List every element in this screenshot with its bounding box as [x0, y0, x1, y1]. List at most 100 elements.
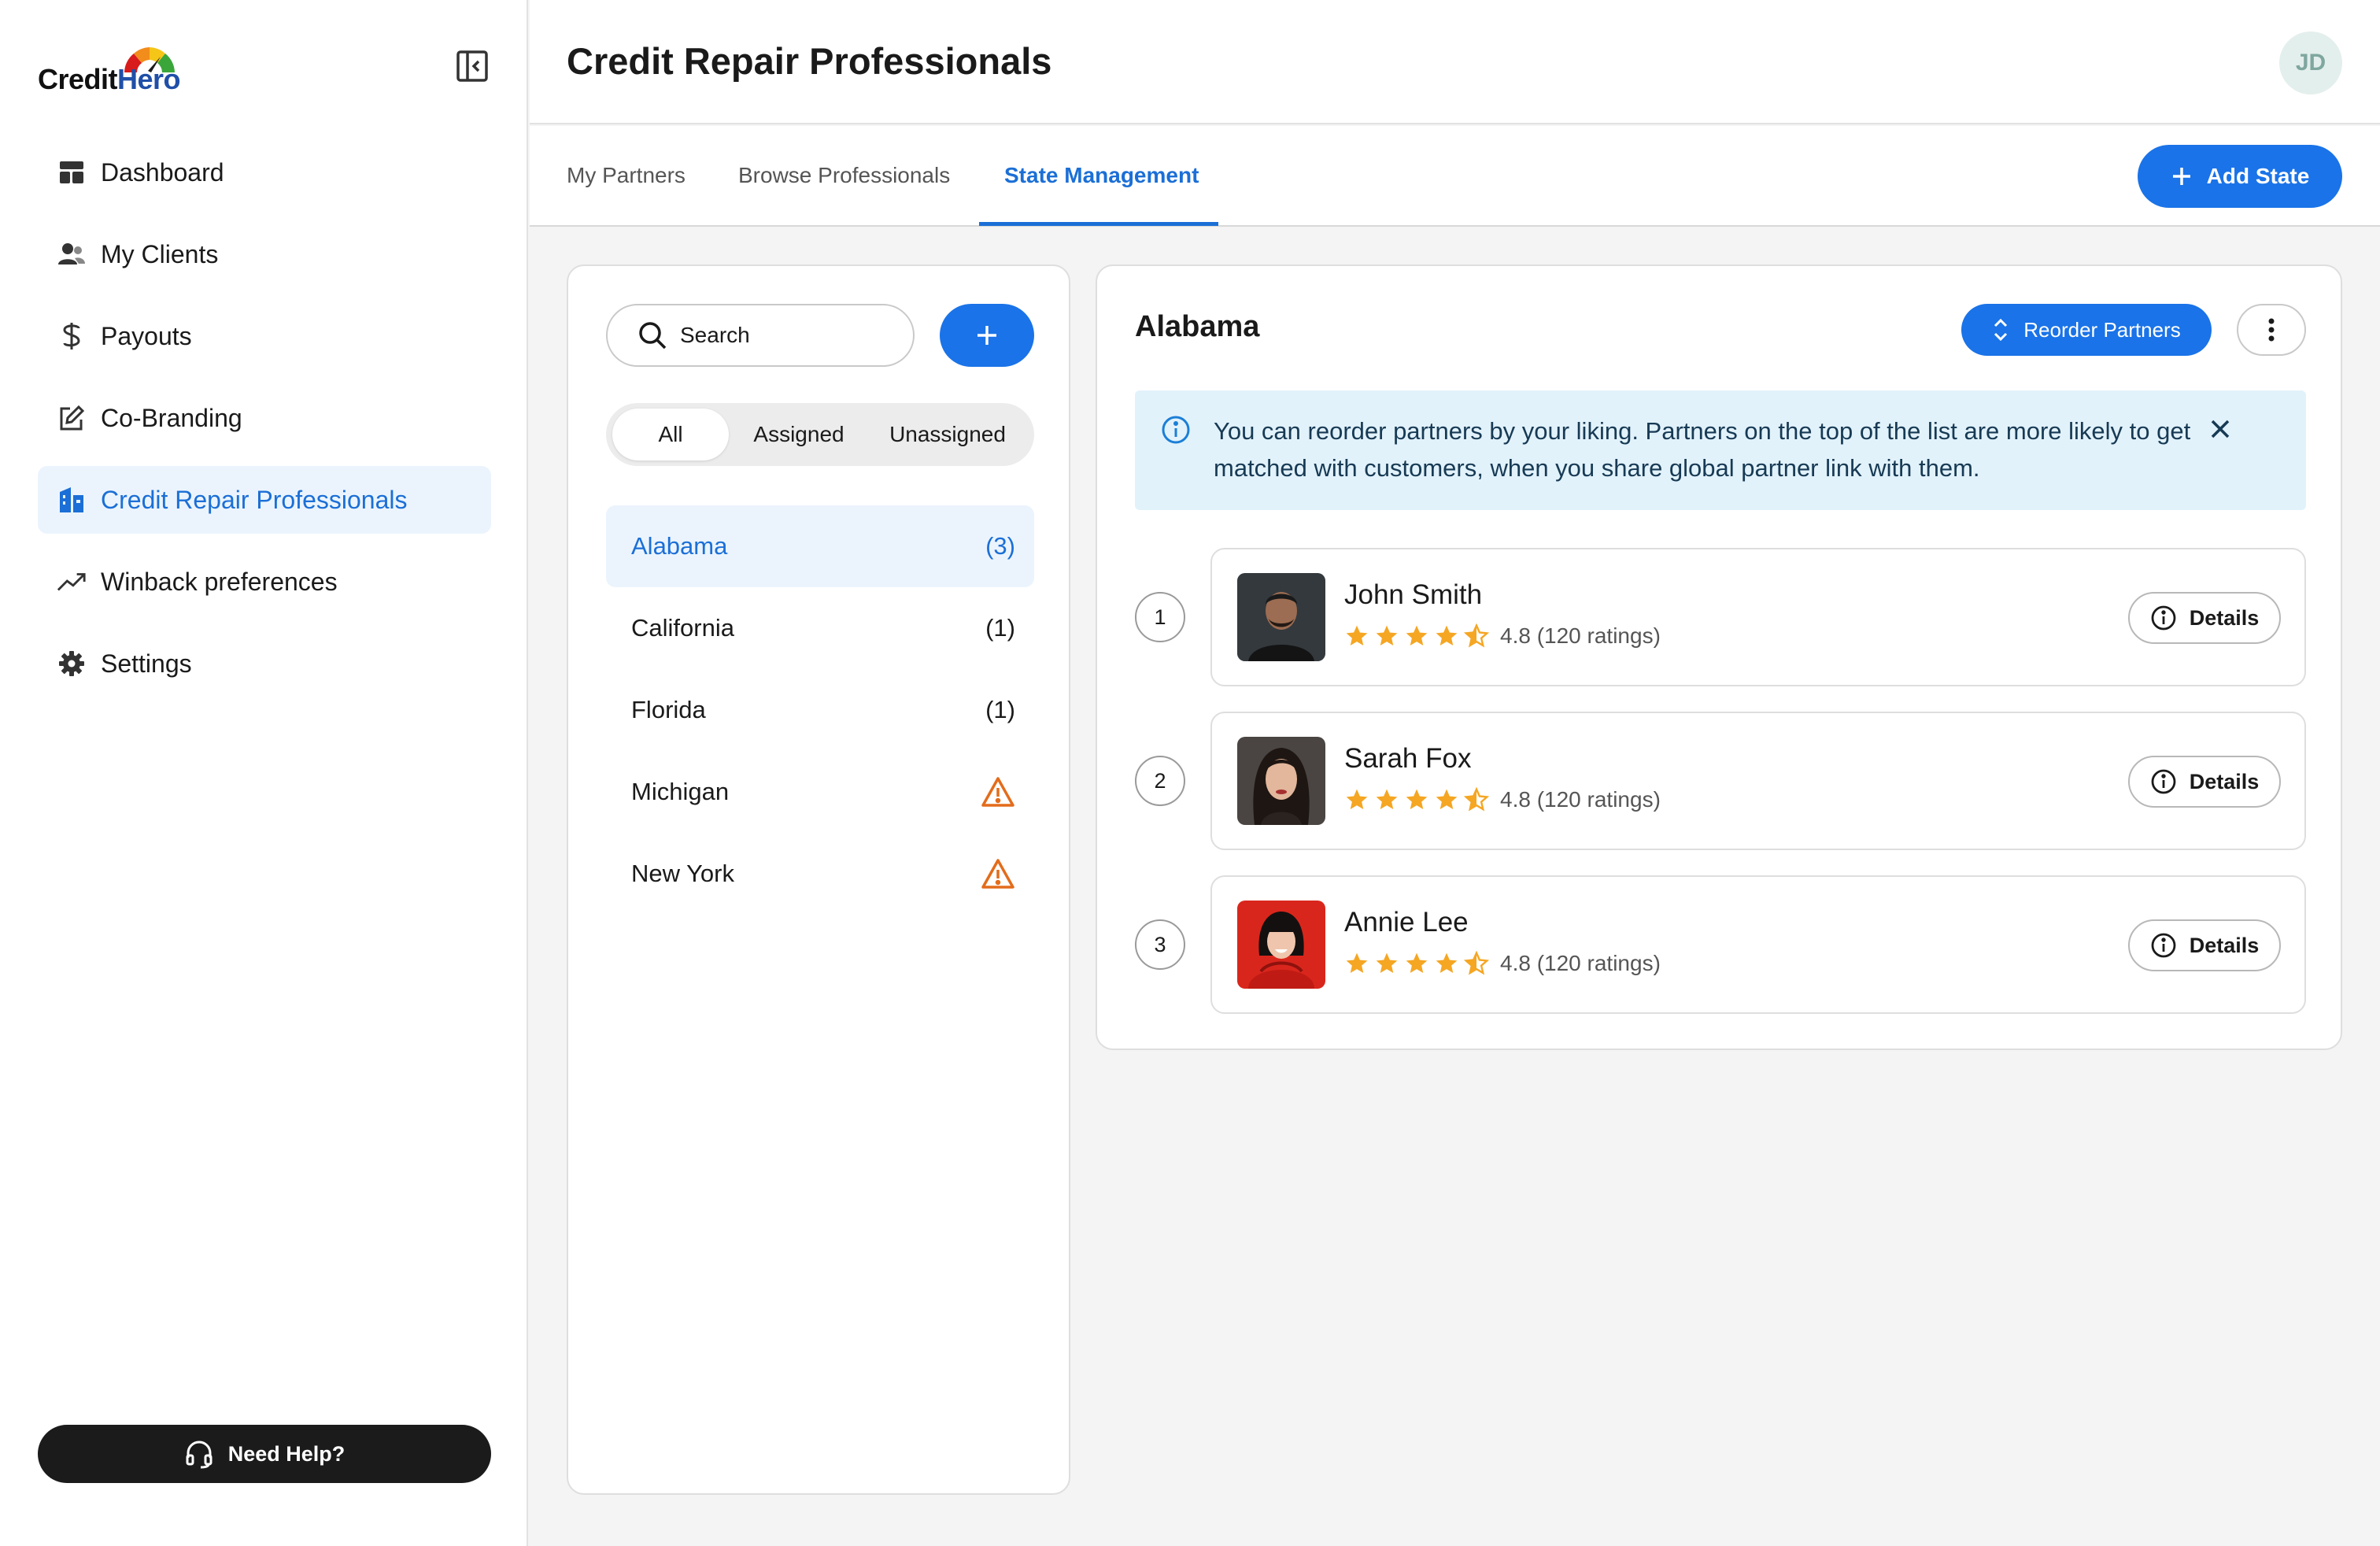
close-icon[interactable]: [2205, 414, 2235, 444]
star-icon: [1346, 952, 1368, 973]
credithero-logo[interactable]: CreditHero: [38, 43, 195, 98]
tab-my-partners[interactable]: My Partners: [567, 126, 686, 225]
sidebar-item-payouts[interactable]: Payouts: [38, 302, 491, 370]
star-half-icon: [1464, 787, 1489, 812]
sidebar-item-my-clients[interactable]: My Clients: [38, 220, 491, 288]
add-state-button[interactable]: Add State: [2138, 145, 2342, 208]
sidebar-item-dashboard[interactable]: Dashboard: [38, 139, 491, 206]
info-banner-text: You can reorder partners by your liking.…: [1214, 417, 2191, 482]
page-header: Credit Repair Professionals JD: [530, 0, 2380, 124]
dashboard-icon: [57, 157, 87, 187]
sort-arrows-icon: [1994, 318, 2008, 342]
partner-card[interactable]: John Smith 4.8 (120 ratings) Details: [1210, 548, 2306, 686]
state-name: Alabama: [631, 532, 728, 560]
sidebar-item-co-branding[interactable]: Co-Branding: [38, 384, 491, 452]
headset-icon: [186, 1441, 213, 1469]
star-icon: [1346, 625, 1368, 645]
rating-text: 4.8 (120 ratings): [1500, 951, 1661, 975]
plus-icon: [978, 326, 996, 345]
details-label: Details: [2189, 933, 2260, 957]
state-filter-segmented-control: All Assigned Unassigned: [606, 403, 1034, 466]
more-options-button[interactable]: [2237, 304, 2306, 356]
tab-browse-professionals[interactable]: Browse Professionals: [738, 126, 950, 225]
star-icon: [1376, 789, 1398, 809]
partner-rank: 3: [1135, 919, 1185, 970]
sidebar-item-label: Credit Repair Professionals: [101, 485, 408, 514]
edit-icon: [57, 403, 87, 433]
star-icon: [1346, 789, 1368, 809]
partner-rating: 4.8 (120 ratings): [1344, 787, 1661, 812]
partner-rank: 1: [1135, 592, 1185, 642]
rating-text: 4.8 (120 ratings): [1500, 787, 1661, 812]
star-half-icon: [1464, 623, 1489, 648]
partner-avatar: [1237, 737, 1325, 825]
search-field[interactable]: [606, 304, 915, 367]
state-item-florida[interactable]: Florida (1): [606, 669, 1034, 751]
sidebar-item-label: Dashboard: [101, 157, 224, 187]
partner-rating: 4.8 (120 ratings): [1344, 623, 1661, 649]
need-help-label: Need Help?: [227, 1441, 346, 1466]
reorder-info-banner: You can reorder partners by your liking.…: [1135, 390, 2306, 510]
partner-card[interactable]: Sarah Fox 4.8 (120 ratings) Details: [1210, 712, 2306, 850]
dollar-icon: [57, 321, 87, 351]
main-nav: Dashboard My Clients Payouts Co-Branding…: [38, 139, 491, 712]
reorder-partners-button[interactable]: Reorder Partners: [1961, 304, 2212, 356]
partner-details-button[interactable]: Details: [2128, 919, 2281, 971]
need-help-button[interactable]: Need Help?: [38, 1425, 491, 1483]
trending-up-icon: [57, 567, 87, 597]
partner-avatar: [1237, 901, 1325, 989]
star-icon: [1406, 625, 1428, 645]
filter-assigned[interactable]: Assigned: [732, 403, 866, 466]
sidebar-item-credit-repair-professionals[interactable]: Credit Repair Professionals: [38, 466, 491, 534]
plus-icon: [2172, 168, 2190, 185]
collapse-sidebar-button[interactable]: [453, 47, 491, 85]
state-count: (1): [985, 696, 1015, 723]
rating-text: 4.8 (120 ratings): [1500, 623, 1661, 648]
users-icon: [57, 239, 87, 269]
building-icon: [57, 485, 87, 515]
partner-card[interactable]: Annie Lee 4.8 (120 ratings) Details: [1210, 875, 2306, 1014]
warning-icon: [981, 859, 1014, 889]
partner-avatar: [1237, 573, 1325, 661]
info-icon: [1162, 416, 1190, 444]
star-icon: [1376, 952, 1398, 973]
search-input[interactable]: [680, 323, 885, 348]
active-tab-indicator: [979, 222, 1218, 226]
partner-details-button[interactable]: Details: [2128, 592, 2281, 644]
state-list: Alabama (3) California (1) Florida (1) M…: [606, 505, 1034, 915]
reorder-partners-label: Reorder Partners: [2023, 317, 2181, 342]
gear-icon: [57, 649, 87, 679]
star-icon: [1436, 789, 1458, 809]
sidebar-item-winback-preferences[interactable]: Winback preferences: [38, 548, 491, 616]
state-item-alabama[interactable]: Alabama (3): [606, 505, 1034, 587]
state-item-california[interactable]: California (1): [606, 587, 1034, 669]
kebab-menu-icon: [2268, 318, 2275, 342]
partner-item: 2 Sarah Fox 4.8 (120 ratings) Details: [1135, 712, 2306, 850]
star-icon: [1406, 789, 1428, 809]
sidebar-item-label: Co-Branding: [101, 403, 242, 432]
state-name: Michigan: [631, 778, 730, 805]
sidebar-item-label: My Clients: [101, 239, 219, 268]
star-icon: [1436, 952, 1458, 973]
partner-name: Annie Lee: [1344, 907, 1469, 938]
details-label: Details: [2189, 605, 2260, 630]
sidebar-item-label: Payouts: [101, 321, 192, 350]
partner-item: 3 Annie Lee 4.8 (120 ratings) Details: [1135, 875, 2306, 1014]
star-icon: [1376, 625, 1398, 645]
user-avatar[interactable]: JD: [2279, 31, 2342, 94]
sidebar-collapse-icon: [456, 50, 488, 82]
partner-details-button[interactable]: Details: [2128, 756, 2281, 808]
state-item-michigan[interactable]: Michigan: [606, 751, 1034, 833]
sidebar-item-settings[interactable]: Settings: [38, 630, 491, 697]
tab-state-management[interactable]: State Management: [1004, 126, 1199, 225]
logo-suffix: Hero: [117, 63, 181, 95]
info-icon: [2151, 933, 2176, 958]
filter-all[interactable]: All: [612, 409, 729, 460]
filter-unassigned[interactable]: Unassigned: [869, 403, 1026, 466]
state-name: New York: [631, 860, 734, 887]
partner-rating: 4.8 (120 ratings): [1344, 951, 1661, 976]
state-item-new-york[interactable]: New York: [606, 833, 1034, 915]
page-title: Credit Repair Professionals: [567, 40, 1052, 82]
states-panel: All Assigned Unassigned Alabama (3) Cali…: [567, 264, 1070, 1495]
add-state-icon-button[interactable]: [940, 304, 1034, 367]
